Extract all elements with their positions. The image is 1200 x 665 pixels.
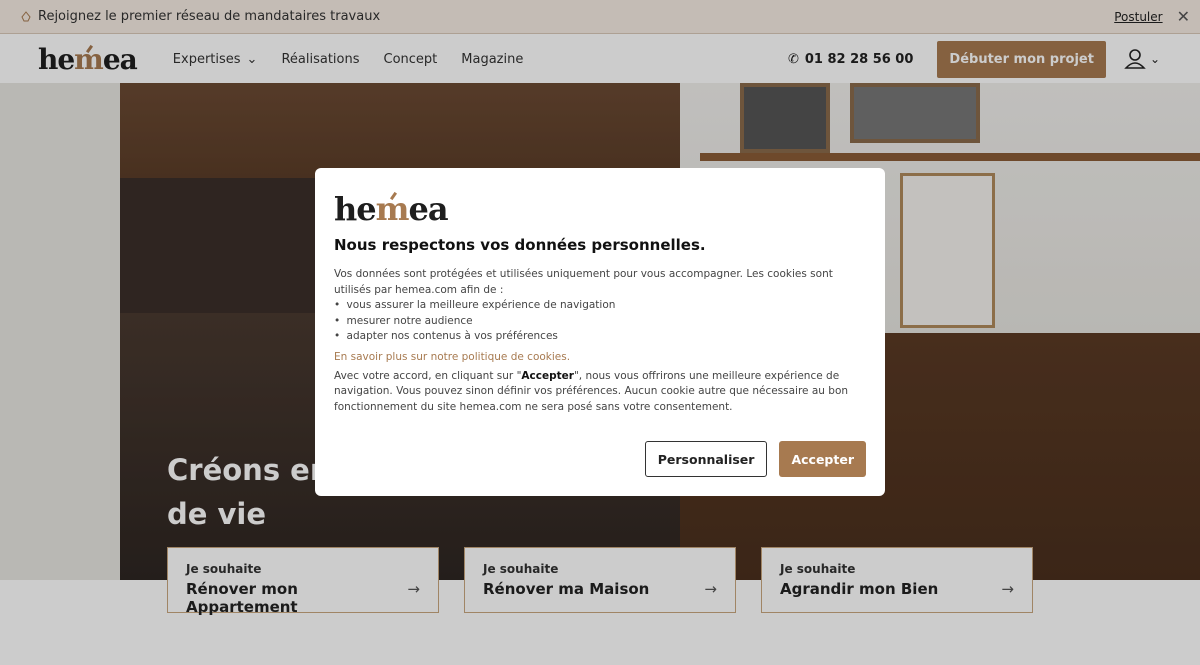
cookie-policy-link[interactable]: En savoir plus sur notre politique de co… (334, 351, 866, 363)
purpose-list: vous assurer la meilleure expérience de … (334, 298, 866, 345)
consent-text: Avec votre accord, en cliquant sur "Acce… (334, 369, 849, 413)
list-item: vous assurer la meilleure expérience de … (334, 298, 866, 314)
accept-button[interactable]: Accepter (779, 441, 866, 477)
modal-logo: hemea (334, 190, 449, 228)
cookie-consent-dialog: hemea Nous respectons vos données person… (315, 168, 885, 496)
list-item: adapter nos contenus à vos préférences (334, 329, 866, 345)
modal-intro: Vos données sont protégées et utilisées … (334, 268, 833, 296)
customize-button[interactable]: Personnaliser (644, 441, 768, 477)
list-item: mesurer notre audience (334, 314, 866, 330)
modal-title: Nous respectons vos données personnelles… (334, 236, 706, 254)
